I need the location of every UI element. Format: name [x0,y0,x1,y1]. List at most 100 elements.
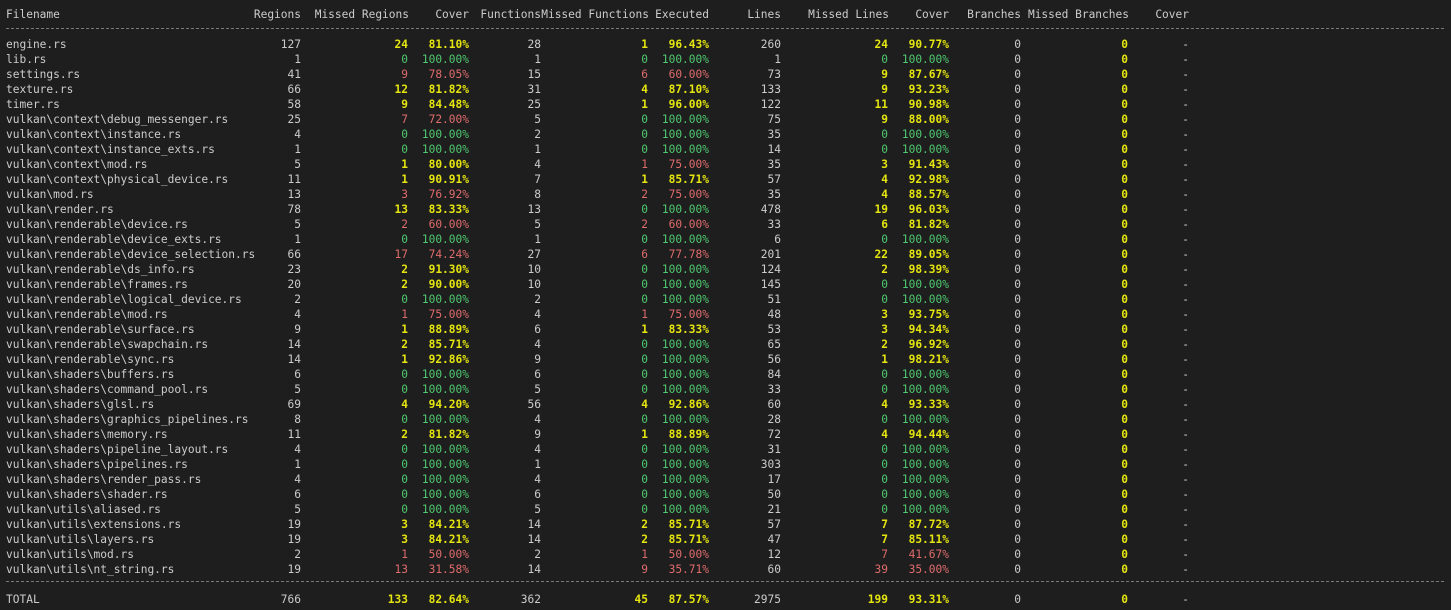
cell-branches: 0 [1014,308,1021,321]
cell-missed-regions: 24 [394,38,408,51]
table-row: vulkan\shaders\glsl.rs 69 4 94.20% 56 4 92.86%… [0,397,1451,412]
cell-missed-lines: 0 [881,233,888,246]
cell-missed-functions: 0 [641,233,648,246]
cell-regions: 4 [294,308,301,321]
cell-missed-functions: 1 [641,323,648,336]
table-row: vulkan\utils\nt_string.rs 19 13 31.58% 14 9 35… [0,562,1451,577]
cell-regions-cover: 83.33% [428,203,469,216]
cell-file: vulkan\renderable\sync.rs [6,353,175,366]
cell-functions: 362 [520,593,541,606]
cell-branches-cover: - [1182,458,1189,471]
table-row: vulkan\shaders\pipeline_layout.rs 4 0 100.0… [0,442,1451,457]
cell-missed-branches: 0 [1121,188,1128,201]
cell-functions: 14 [527,533,541,546]
cell-branches-cover: - [1182,263,1189,276]
cell-functions: 6 [534,488,541,501]
cell-missed-regions: 0 [401,233,408,246]
cell-missed-lines: 9 [881,113,888,126]
cell-lines-cover: 100.00% [901,128,949,141]
cell-branches: 0 [1014,233,1021,246]
cell-lines: 57 [767,518,781,531]
cell-missed-regions: 0 [401,143,408,156]
cell-missed-regions: 17 [394,248,408,261]
cell-missed-regions: 1 [401,353,408,366]
cell-lines-cover: 96.03% [908,203,949,216]
cell-missed-functions: 0 [641,128,648,141]
cell-branches-cover: - [1182,593,1189,606]
cell-missed-lines: 0 [881,488,888,501]
cell-missed-functions: 2 [641,518,648,531]
cell-functions: 7 [534,173,541,186]
cell-lines: 122 [760,98,781,111]
cell-missed-functions: 0 [641,473,648,486]
cell-branches-cover: - [1182,113,1189,126]
cell-regions-cover: 81.82% [428,428,469,441]
cell-branches-cover: - [1182,383,1189,396]
cell-lines-cover: 100.00% [901,488,949,501]
cell-functions: 31 [527,83,541,96]
cell-lines: 33 [767,218,781,231]
cell-lines-cover: 89.05% [908,248,949,261]
cell-missed-regions: 2 [401,263,408,276]
table-row: vulkan\utils\extensions.rs 19 3 84.21% 14 2 85… [0,517,1451,532]
cell-file: engine.rs [6,38,67,51]
cell-missed-regions: 0 [401,488,408,501]
cell-missed-lines: 0 [881,53,888,66]
cell-executed: 92.86% [668,398,709,411]
cell-lines-cover: 85.11% [908,533,949,546]
cell-branches: 0 [1014,458,1021,471]
table-header: Filename Regions Missed Regions Cover Fu… [0,7,1451,22]
cell-file: vulkan\mod.rs [6,188,94,201]
table-row: vulkan\renderable\device_exts.rs 1 0 100.00… [0,232,1451,247]
table-row: vulkan\renderable\swapchain.rs 14 2 85.71% 4… [0,337,1451,352]
cell-branches: 0 [1014,38,1021,51]
cell-missed-branches: 0 [1121,308,1128,321]
cell-executed: 100.00% [661,113,709,126]
cell-missed-regions: 1 [401,308,408,321]
cell-branches-cover: - [1182,338,1189,351]
cell-functions: 5 [534,503,541,516]
cell-branches-cover: - [1182,203,1189,216]
cell-lines-cover: 98.39% [908,263,949,276]
table-row: vulkan\renderable\mod.rs 4 1 75.00% 4 1 75.00%… [0,307,1451,322]
cell-functions: 2 [534,548,541,561]
cell-regions: 127 [280,38,301,51]
cell-functions: 6 [534,323,541,336]
cell-executed: 96.43% [668,38,709,51]
cell-regions-cover: 100.00% [421,128,469,141]
cell-regions-cover: 90.00% [428,278,469,291]
cell-regions-cover: 100.00% [421,443,469,456]
column-header-branches-cover: Cover [1155,8,1189,21]
cell-missed-branches: 0 [1121,113,1128,126]
cell-file: vulkan\utils\mod.rs [6,548,134,561]
cell-regions-cover: 78.05% [428,68,469,81]
cell-lines: 21 [767,503,781,516]
cell-file: vulkan\render.rs [6,203,114,216]
cell-branches-cover: - [1182,143,1189,156]
cell-missed-lines: 0 [881,473,888,486]
table-row: vulkan\shaders\command_pool.rs 5 0 100.00% 5… [0,382,1451,397]
cell-missed-regions: 0 [401,53,408,66]
cell-missed-functions: 0 [641,293,648,306]
cell-missed-regions: 0 [401,458,408,471]
cell-file: vulkan\context\physical_device.rs [6,173,229,186]
cell-missed-functions: 0 [641,53,648,66]
cell-missed-functions: 0 [641,413,648,426]
cell-branches-cover: - [1182,563,1189,576]
cell-functions: 6 [534,368,541,381]
cell-file: vulkan\utils\layers.rs [6,533,155,546]
cell-missed-regions: 13 [394,563,408,576]
header-separator [6,28,1444,29]
cell-lines: 73 [767,68,781,81]
cell-missed-regions: 0 [401,368,408,381]
cell-lines-cover: 100.00% [901,143,949,156]
cell-missed-lines: 6 [881,218,888,231]
cell-missed-lines: 3 [881,323,888,336]
cell-branches-cover: - [1182,443,1189,456]
cell-regions-cover: 60.00% [428,218,469,231]
cell-regions: 1 [294,233,301,246]
cell-regions: 6 [294,488,301,501]
cell-missed-regions: 9 [401,98,408,111]
cell-missed-functions: 4 [641,83,648,96]
column-header-missed-branches: Missed Branches [1027,8,1129,21]
